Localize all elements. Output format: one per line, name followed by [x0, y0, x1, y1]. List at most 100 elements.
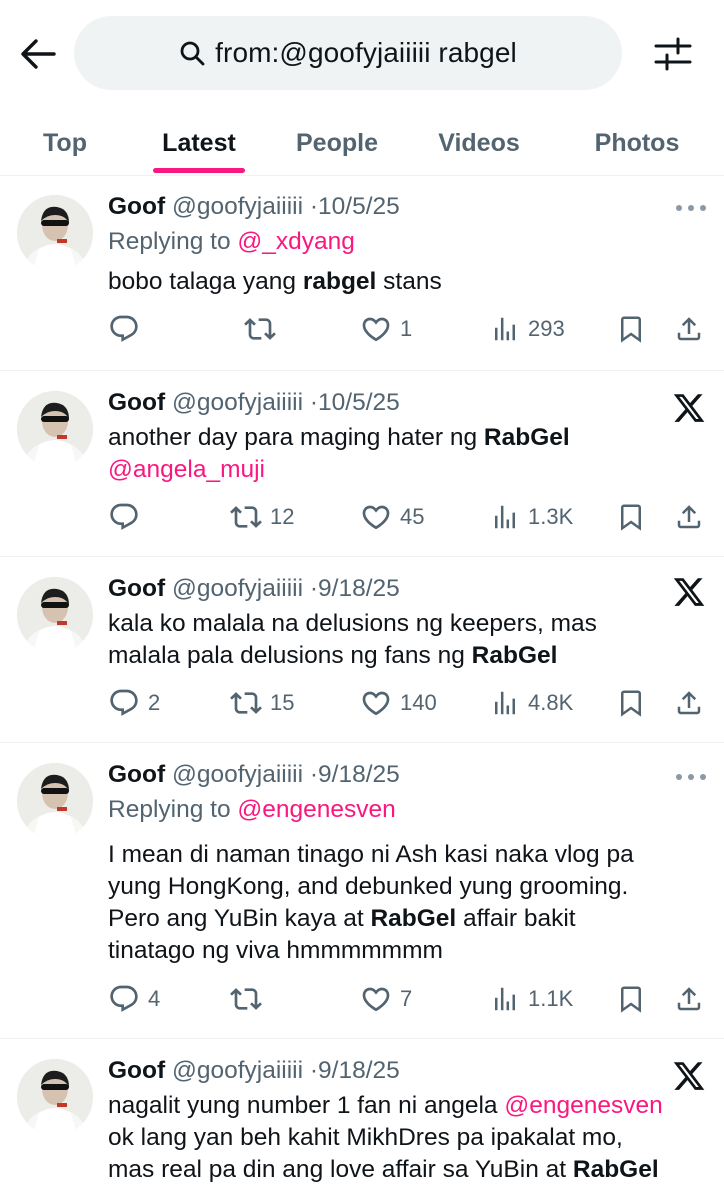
tweet[interactable]: Goof @goofyjaiiiii ·10/5/25 Replying to …	[0, 177, 724, 371]
retweet-button[interactable]	[244, 311, 284, 347]
tab-videos[interactable]: Videos	[424, 110, 534, 176]
bookmark-button[interactable]	[616, 981, 646, 1017]
reply-icon	[108, 983, 140, 1015]
back-button[interactable]	[18, 36, 58, 72]
user-handle[interactable]: @goofyjaiiiii	[172, 193, 303, 220]
avatar[interactable]	[17, 1059, 93, 1135]
tweet-date[interactable]: 10/5/25	[318, 193, 400, 220]
view-count: 1.1K	[528, 986, 574, 1011]
tweet-date[interactable]: 9/18/25	[318, 575, 400, 602]
avatar[interactable]	[17, 391, 93, 467]
tweet[interactable]: Goof @goofyjaiiiii ·9/18/25 Replying to …	[0, 743, 724, 1039]
views-icon	[490, 688, 520, 718]
views-button[interactable]: 293	[490, 311, 565, 347]
separator-dot: ·	[309, 193, 319, 220]
like-button[interactable]: 1	[360, 311, 412, 347]
avatar[interactable]	[17, 763, 93, 839]
tweet-text: I mean di naman tinago ni Ash kasi naka …	[108, 839, 704, 967]
avatar[interactable]	[17, 577, 93, 653]
retweet-count: 15	[270, 690, 295, 715]
reply-button[interactable]: 4	[108, 981, 160, 1017]
reply-icon	[108, 313, 140, 345]
tab-photos[interactable]: Photos	[580, 110, 694, 176]
user-handle[interactable]: @goofyjaiiiii	[172, 389, 303, 416]
tweet[interactable]: Goof @goofyjaiiiii ·9/18/25 nagalit yung…	[0, 1039, 724, 1200]
reply-button[interactable]: 2	[108, 685, 160, 721]
back-arrow-icon	[21, 39, 56, 69]
user-handle[interactable]: @goofyjaiiiii	[172, 575, 303, 602]
like-button[interactable]: 7	[360, 981, 412, 1017]
display-name[interactable]: Goof	[108, 575, 165, 602]
reply-count: 2	[148, 690, 161, 715]
like-button[interactable]: 45	[360, 499, 424, 535]
reply-icon	[108, 501, 140, 533]
search-filter-button[interactable]	[652, 34, 694, 74]
text-segment: mas real pa din ang love affair sa YuBin…	[108, 1156, 573, 1183]
mention-link[interactable]: @engenesven	[504, 1092, 662, 1119]
text-segment: ok lang yan beh kahit MikhDres pa ipakal…	[108, 1124, 623, 1151]
retweet-icon	[244, 313, 276, 345]
text-segment: another day para maging hater ng	[108, 424, 484, 451]
tab-people[interactable]: People	[282, 110, 392, 176]
reply-icon	[108, 687, 140, 719]
share-button[interactable]	[674, 499, 704, 535]
tweet-header: Goof @goofyjaiiiii ·9/18/25	[108, 573, 704, 605]
like-button[interactable]: 140	[360, 685, 437, 721]
tweet-actions: 4 7 1.1K	[108, 981, 706, 1017]
views-button[interactable]: 1.3K	[490, 499, 573, 535]
display-name[interactable]: Goof	[108, 389, 165, 416]
tweet-date[interactable]: 9/18/25	[318, 1057, 400, 1084]
views-button[interactable]: 1.1K	[490, 981, 573, 1017]
tweet-actions: 2 15 140 4.8K	[108, 685, 706, 721]
share-icon	[674, 984, 704, 1014]
tweet-text: nagalit yung number 1 fan ni angela @eng…	[108, 1090, 704, 1186]
tweet[interactable]: Goof @goofyjaiiiii ·10/5/25 another day …	[0, 371, 724, 557]
replying-to: Replying to @_xdyang	[108, 225, 704, 259]
bookmark-button[interactable]	[616, 311, 646, 347]
tab-top[interactable]: Top	[20, 110, 110, 176]
like-count: 1	[400, 316, 413, 341]
retweet-button[interactable]: 12	[230, 499, 294, 535]
bookmark-button[interactable]	[616, 499, 646, 535]
reply-mention[interactable]: @engenesven	[237, 796, 395, 823]
views-button[interactable]: 4.8K	[490, 685, 573, 721]
retweet-button[interactable]	[230, 981, 270, 1017]
text-segment: Pero ang YuBin kaya at	[108, 905, 371, 932]
highlighted-term: RabGel	[370, 905, 457, 932]
share-button[interactable]	[674, 311, 704, 347]
user-handle[interactable]: @goofyjaiiiii	[172, 1057, 303, 1084]
tweet-header: Goof @goofyjaiiiii ·9/18/25	[108, 1055, 704, 1087]
heart-icon	[360, 501, 392, 533]
text-segment: stans	[376, 268, 442, 295]
tweet-date[interactable]: 9/18/25	[318, 761, 400, 788]
bookmark-button[interactable]	[616, 685, 646, 721]
reply-button[interactable]	[108, 311, 148, 347]
retweet-button[interactable]: 15	[230, 685, 294, 721]
share-button[interactable]	[674, 685, 704, 721]
mention-link[interactable]: @angela_muji	[108, 456, 265, 483]
reply-button[interactable]	[108, 499, 148, 535]
tweet-actions: 1 293	[108, 311, 706, 347]
share-button[interactable]	[674, 981, 704, 1017]
display-name[interactable]: Goof	[108, 193, 165, 220]
display-name[interactable]: Goof	[108, 761, 165, 788]
display-name[interactable]: Goof	[108, 1057, 165, 1084]
user-handle[interactable]: @goofyjaiiiii	[172, 761, 303, 788]
reply-mention[interactable]: @_xdyang	[237, 228, 355, 255]
search-tabs: Top Latest People Videos Photos	[0, 110, 724, 176]
tweet-date[interactable]: 10/5/25	[318, 389, 400, 416]
text-segment: malala pala delusions ng fans ng	[108, 642, 472, 669]
text-segment: I mean di naman tinago ni Ash kasi naka …	[108, 841, 634, 868]
tweet[interactable]: Goof @goofyjaiiiii ·9/18/25 kala ko mala…	[0, 557, 724, 743]
search-field[interactable]: from:@goofyjaiiiii rabgel	[74, 16, 622, 90]
heart-icon	[360, 687, 392, 719]
tweet-text: another day para maging hater ng RabGel …	[108, 422, 704, 486]
search-query[interactable]: from:@goofyjaiiiii rabgel	[215, 37, 517, 69]
replying-to: Replying to @engenesven	[108, 793, 704, 827]
separator-dot: ·	[309, 389, 319, 416]
tab-latest[interactable]: Latest	[148, 110, 250, 176]
avatar[interactable]	[17, 195, 93, 271]
retweet-icon	[230, 501, 262, 533]
tweet-header: Goof @goofyjaiiiii ·9/18/25	[108, 759, 704, 791]
like-count: 140	[400, 690, 437, 715]
